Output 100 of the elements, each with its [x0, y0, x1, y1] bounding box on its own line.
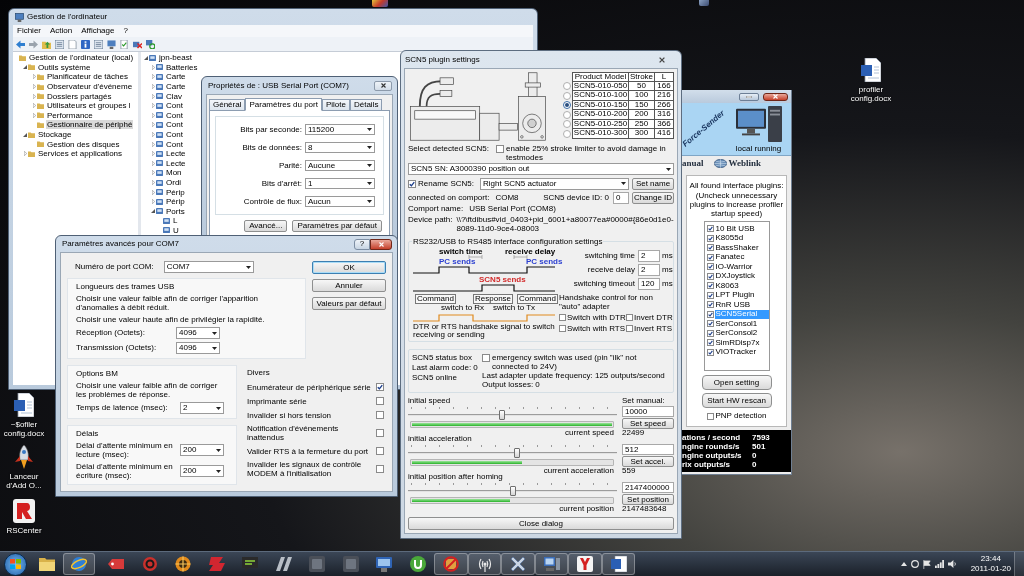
tree-item[interactable]: Planificateur de tâches: [46, 72, 129, 82]
folder-icon[interactable]: [42, 39, 51, 49]
input-field[interactable]: 2: [638, 264, 660, 276]
link[interactable]: anual: [682, 158, 704, 168]
tree-item[interactable]: Carte: [165, 82, 187, 92]
list-view-icon[interactable]: [55, 39, 64, 49]
dropdown[interactable]: 4096: [176, 342, 220, 354]
checkbox[interactable]: [496, 145, 504, 153]
tree-item[interactable]: Dossiers partagés: [46, 91, 113, 101]
forward-arrow-icon[interactable]: [29, 39, 38, 49]
start-button[interactable]: [4, 552, 27, 576]
dropdown[interactable]: 200: [180, 444, 224, 456]
tree-item[interactable]: Mon: [165, 168, 183, 178]
slider-thumb[interactable]: [509, 486, 516, 496]
tree-item[interactable]: jpn-beast: [158, 53, 193, 63]
tree-item[interactable]: Cont: [165, 110, 184, 120]
input-field[interactable]: 0: [613, 191, 629, 204]
radio-button[interactable]: [562, 91, 571, 100]
checkbox[interactable]: [482, 354, 490, 362]
tree-item[interactable]: Gestion des disques: [46, 139, 121, 149]
checkbox[interactable]: [706, 263, 714, 271]
radio-button[interactable]: [562, 110, 571, 119]
tree-item[interactable]: Cont: [165, 120, 184, 130]
tree-item[interactable]: Cont: [165, 101, 184, 111]
checkbox[interactable]: [706, 272, 714, 280]
list-item[interactable]: K8055d: [714, 233, 769, 243]
dropdown[interactable]: 2: [180, 402, 224, 414]
checkbox[interactable]: [706, 301, 714, 309]
dropdown[interactable]: 4096: [176, 327, 220, 339]
tree-item[interactable]: Ports: [165, 206, 186, 216]
tree-item[interactable]: Services et applications: [37, 149, 124, 159]
menu-item[interactable]: Fichier: [17, 27, 41, 35]
app-icon[interactable]: [372, 0, 388, 7]
dropdown[interactable]: 200: [180, 465, 224, 477]
list-item[interactable]: BassShaker: [714, 243, 769, 253]
list-item[interactable]: DXJoystick: [714, 271, 769, 281]
checkbox[interactable]: [408, 179, 416, 188]
checkbox[interactable]: [706, 310, 714, 318]
up-arrow-icon[interactable]: [900, 562, 907, 566]
tree-item[interactable]: Outils système: [37, 62, 92, 72]
checkbox[interactable]: [706, 234, 714, 242]
radio-button[interactable]: [562, 120, 571, 129]
tree-item[interactable]: Gestion de l'ordinateur (local): [28, 53, 135, 63]
checkbox[interactable]: [376, 383, 384, 391]
checkbox[interactable]: [706, 348, 714, 356]
tab[interactable]: Paramètres du port: [245, 98, 322, 111]
checklist-icon[interactable]: [120, 39, 129, 49]
checkbox[interactable]: [376, 447, 384, 455]
dropdown[interactable]: Aucun: [305, 196, 375, 207]
taskbar-button[interactable]: [467, 553, 502, 575]
input-field[interactable]: 512: [622, 444, 674, 455]
list-item[interactable]: 10 Bit USB: [714, 224, 769, 234]
signal-bars-icon[interactable]: [934, 560, 944, 568]
tree-item[interactable]: Cont: [165, 130, 184, 140]
taskbar-button[interactable]: [568, 553, 602, 575]
tree-item[interactable]: Périp: [165, 187, 186, 197]
slider-track[interactable]: [408, 405, 617, 420]
info-icon[interactable]: [81, 39, 90, 49]
set-button[interactable]: Set accel.: [622, 456, 674, 467]
set-button[interactable]: Set position: [622, 494, 674, 505]
tree-item[interactable]: Performance: [46, 110, 94, 120]
help-button[interactable]: ?: [354, 238, 370, 250]
checkbox[interactable]: [626, 325, 633, 332]
taskbar-button[interactable]: [501, 553, 535, 575]
tree-arrow-icon[interactable]: [23, 132, 27, 137]
flag-icon[interactable]: [922, 559, 931, 569]
slider-thumb[interactable]: [499, 410, 506, 420]
radio-button[interactable]: [562, 82, 571, 91]
dropdown[interactable]: COM7: [163, 261, 254, 273]
taskbar-button[interactable]: [63, 553, 95, 575]
button[interactable]: OK: [312, 261, 386, 274]
checkbox[interactable]: [706, 339, 714, 347]
dropdown[interactable]: SCN5 SN: A3000390 position out: [408, 163, 674, 175]
menu-item[interactable]: Affichage: [81, 27, 115, 35]
dropdown[interactable]: 115200: [305, 124, 375, 135]
link[interactable]: Weblink: [728, 158, 762, 168]
tree-item[interactable]: Clav: [165, 91, 183, 101]
tree-item[interactable]: Utilisateurs et groupes l: [46, 101, 132, 111]
slider-thumb[interactable]: [513, 448, 520, 458]
tree-item[interactable]: Ordi: [165, 178, 183, 187]
button[interactable]: Valeurs par défaut: [312, 297, 386, 310]
tree-item[interactable]: U: [172, 226, 180, 235]
menu-item[interactable]: Action: [50, 27, 73, 35]
checkbox[interactable]: [376, 465, 384, 473]
close-button[interactable]: [374, 80, 392, 91]
circle-icon[interactable]: [910, 560, 919, 568]
minimize-button[interactable]: [739, 92, 759, 101]
checkbox[interactable]: [559, 314, 566, 321]
slider-track[interactable]: [408, 481, 617, 496]
list-item[interactable]: SerConsol1: [714, 319, 769, 329]
close-button[interactable]: [763, 92, 788, 101]
tree-item[interactable]: Lecte: [165, 149, 187, 159]
checkbox[interactable]: [706, 329, 714, 337]
set-button[interactable]: Set speed: [622, 418, 674, 429]
menu-item[interactable]: ?: [123, 27, 128, 35]
change-id-button[interactable]: Change ID: [632, 191, 674, 204]
list-item[interactable]: LPT Plugin: [714, 290, 769, 300]
radio-button[interactable]: [562, 101, 571, 110]
list-item[interactable]: Fanatec: [714, 252, 769, 262]
list-item[interactable]: SerConsol2: [714, 328, 769, 338]
